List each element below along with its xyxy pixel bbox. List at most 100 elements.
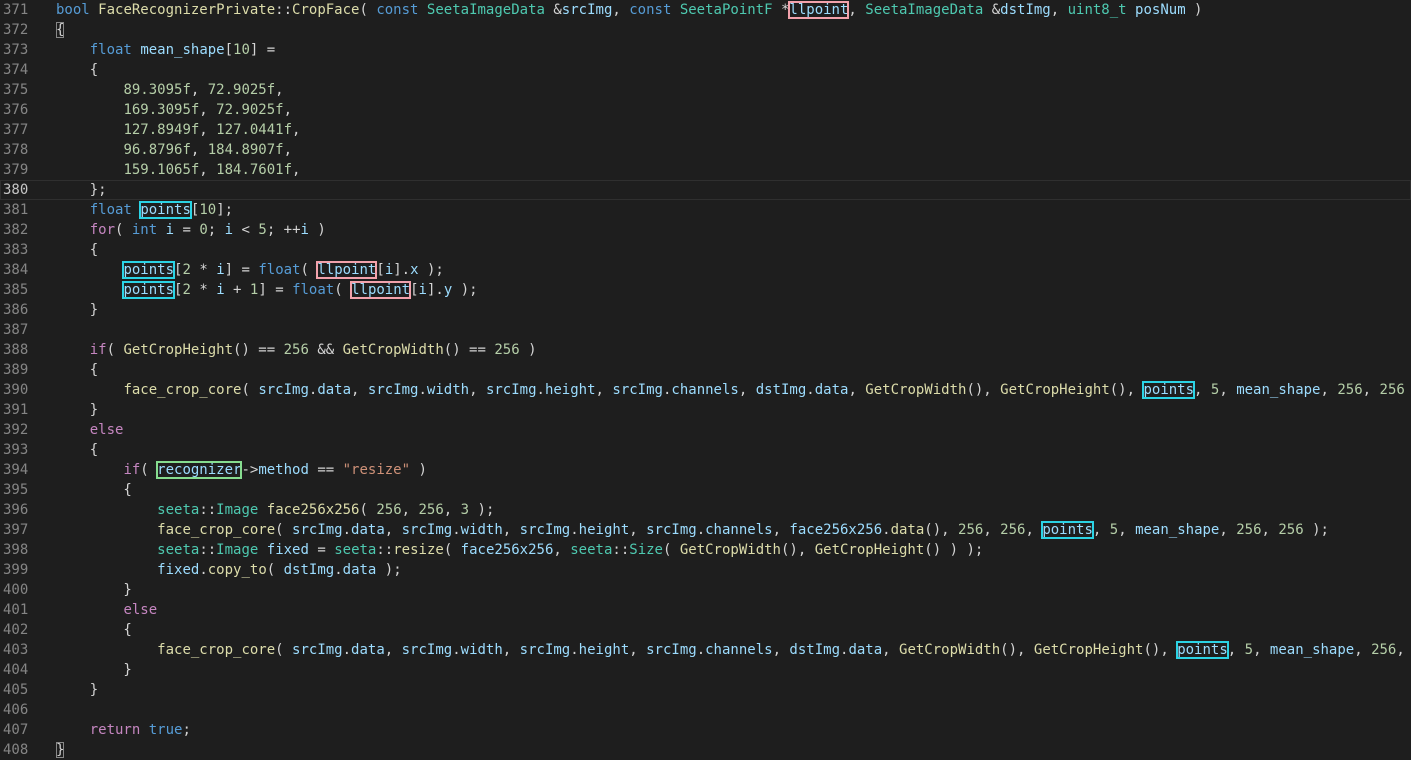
- code-line[interactable]: 392 else: [0, 420, 1411, 440]
- code-line[interactable]: 379 159.1065f, 184.7601f,: [0, 160, 1411, 180]
- line-number: 372: [3, 22, 29, 38]
- code-token: 256: [958, 522, 984, 538]
- line-number: 375: [3, 82, 29, 98]
- code-line[interactable]: 390 face_crop_core( srcImg.data, srcImg.…: [0, 380, 1411, 400]
- code-token: ,: [275, 82, 284, 98]
- code-token: 256: [1236, 522, 1262, 538]
- code-line[interactable]: 381 float points[10];: [0, 200, 1411, 220]
- line-number: 379: [3, 162, 29, 178]
- code-text: {: [56, 240, 98, 260]
- highlighted-occurrence[interactable]: points: [1041, 521, 1094, 539]
- code-token: ,: [443, 502, 461, 518]
- line-number: 397: [3, 522, 29, 538]
- highlighted-occurrence[interactable]: llpoint: [788, 1, 850, 19]
- code-token: [: [410, 282, 419, 298]
- code-line[interactable]: 389 {: [0, 360, 1411, 380]
- code-token: float: [89, 202, 132, 218]
- code-line[interactable]: 385 points[2 * i + 1] = float( llpoint[i…: [0, 280, 1411, 300]
- code-line[interactable]: 393 {: [0, 440, 1411, 460]
- code-line[interactable]: 394 if( recognizer->method == "resize" ): [0, 460, 1411, 480]
- code-line[interactable]: 377 127.8949f, 127.0441f,: [0, 120, 1411, 140]
- code-token: ,: [629, 522, 647, 538]
- code-line[interactable]: 408}: [0, 740, 1411, 760]
- code-line[interactable]: 396 seeta::Image face256x256( 256, 256, …: [0, 500, 1411, 520]
- code-line[interactable]: 388 if( GetCropHeight() == 256 && GetCro…: [0, 340, 1411, 360]
- code-text: 159.1065f, 184.7601f,: [56, 160, 300, 180]
- highlighted-occurrence[interactable]: llpoint: [316, 261, 378, 279]
- highlighted-occurrence[interactable]: llpoint: [350, 281, 412, 299]
- code-token: *: [190, 262, 217, 278]
- code-line[interactable]: 372 {: [0, 20, 1411, 40]
- highlighted-occurrence[interactable]: points: [122, 261, 176, 279]
- code-line[interactable]: 384 points[2 * i] = float( llpoint[i].x …: [0, 260, 1411, 280]
- code-text: fixed.copy_to( dstImg.data );: [56, 560, 402, 580]
- code-line[interactable]: 399 fixed.copy_to( dstImg.data );: [0, 560, 1411, 580]
- code-token: (),: [1109, 382, 1144, 398]
- code-line[interactable]: 378 96.8796f, 184.8907f,: [0, 140, 1411, 160]
- code-editor[interactable]: 371 bool FaceRecognizerPrivate::CropFace(…: [0, 0, 1411, 760]
- line-number: 407: [3, 722, 29, 738]
- code-line[interactable]: 407 return true;: [0, 720, 1411, 740]
- code-token: ,: [772, 522, 790, 538]
- highlighted-occurrence[interactable]: points: [139, 201, 192, 219]
- highlighted-occurrence[interactable]: points: [1176, 641, 1229, 659]
- code-line[interactable]: 404 }: [0, 660, 1411, 680]
- line-number: 404: [3, 662, 29, 678]
- line-number: 402: [3, 622, 29, 638]
- code-token: ::: [199, 542, 217, 558]
- code-token: );: [418, 262, 444, 278]
- code-line[interactable]: 405 }: [0, 680, 1411, 700]
- code-token: for: [89, 222, 116, 238]
- code-line[interactable]: 374 {: [0, 60, 1411, 80]
- code-line[interactable]: 380 };: [0, 180, 1411, 200]
- code-token: dstImg: [283, 562, 335, 578]
- code-token: face256x256: [266, 502, 360, 518]
- code-line[interactable]: 402 {: [0, 620, 1411, 640]
- code-token: srcImg: [292, 522, 343, 538]
- line-number: 373: [3, 42, 29, 58]
- code-token: GetCropHeight: [123, 342, 234, 358]
- code-token: (),: [966, 382, 1001, 398]
- code-text: 169.3095f, 72.9025f,: [56, 100, 292, 120]
- code-text: }: [56, 400, 98, 420]
- code-line[interactable]: 395 {: [0, 480, 1411, 500]
- code-line[interactable]: 403 face_crop_core( srcImg.data, srcImg.…: [0, 640, 1411, 660]
- highlighted-occurrence[interactable]: points: [122, 281, 176, 299]
- code-token: ] =: [249, 42, 276, 58]
- code-line[interactable]: 398 seeta::Image fixed = seeta::resize( …: [0, 540, 1411, 560]
- code-text: seeta::Image face256x256( 256, 256, 3 );: [56, 500, 494, 520]
- highlighted-occurrence[interactable]: points: [1142, 381, 1196, 399]
- code-line[interactable]: 376 169.3095f, 72.9025f,: [0, 100, 1411, 120]
- code-line[interactable]: 382 for( int i = 0; i < 5; ++i ): [0, 220, 1411, 240]
- highlighted-occurrence[interactable]: recognizer: [156, 461, 243, 479]
- code-token: {: [56, 622, 132, 638]
- code-line[interactable]: 375 89.3095f, 72.9025f,: [0, 80, 1411, 100]
- code-text: else: [56, 420, 124, 440]
- code-line[interactable]: 391 }: [0, 400, 1411, 420]
- code-token: 10: [233, 42, 250, 58]
- line-number: 378: [3, 142, 29, 158]
- code-token: bool: [56, 2, 90, 18]
- code-line[interactable]: 383 {: [0, 240, 1411, 260]
- code-line[interactable]: 387: [0, 320, 1411, 340]
- code-token: else: [89, 422, 124, 438]
- code-token: SeetaImageData: [865, 2, 984, 18]
- code-line[interactable]: 373 float mean_shape[10] =: [0, 40, 1411, 60]
- code-line[interactable]: 400 }: [0, 580, 1411, 600]
- code-token: 5: [1109, 522, 1119, 538]
- code-token: ,: [1092, 522, 1110, 538]
- code-line[interactable]: 406: [0, 700, 1411, 720]
- code-token: ::: [612, 542, 630, 558]
- code-text: }: [56, 300, 98, 320]
- code-token: ,: [292, 122, 301, 138]
- code-token: ,: [1253, 642, 1270, 658]
- code-line[interactable]: 401 else: [0, 600, 1411, 620]
- code-line[interactable]: 371 bool FaceRecognizerPrivate::CropFace(…: [0, 0, 1411, 20]
- code-line[interactable]: 397 face_crop_core( srcImg.data, srcImg.…: [0, 520, 1411, 540]
- code-token: ,: [351, 382, 368, 398]
- code-token: .: [199, 562, 208, 578]
- code-line[interactable]: 386 }: [0, 300, 1411, 320]
